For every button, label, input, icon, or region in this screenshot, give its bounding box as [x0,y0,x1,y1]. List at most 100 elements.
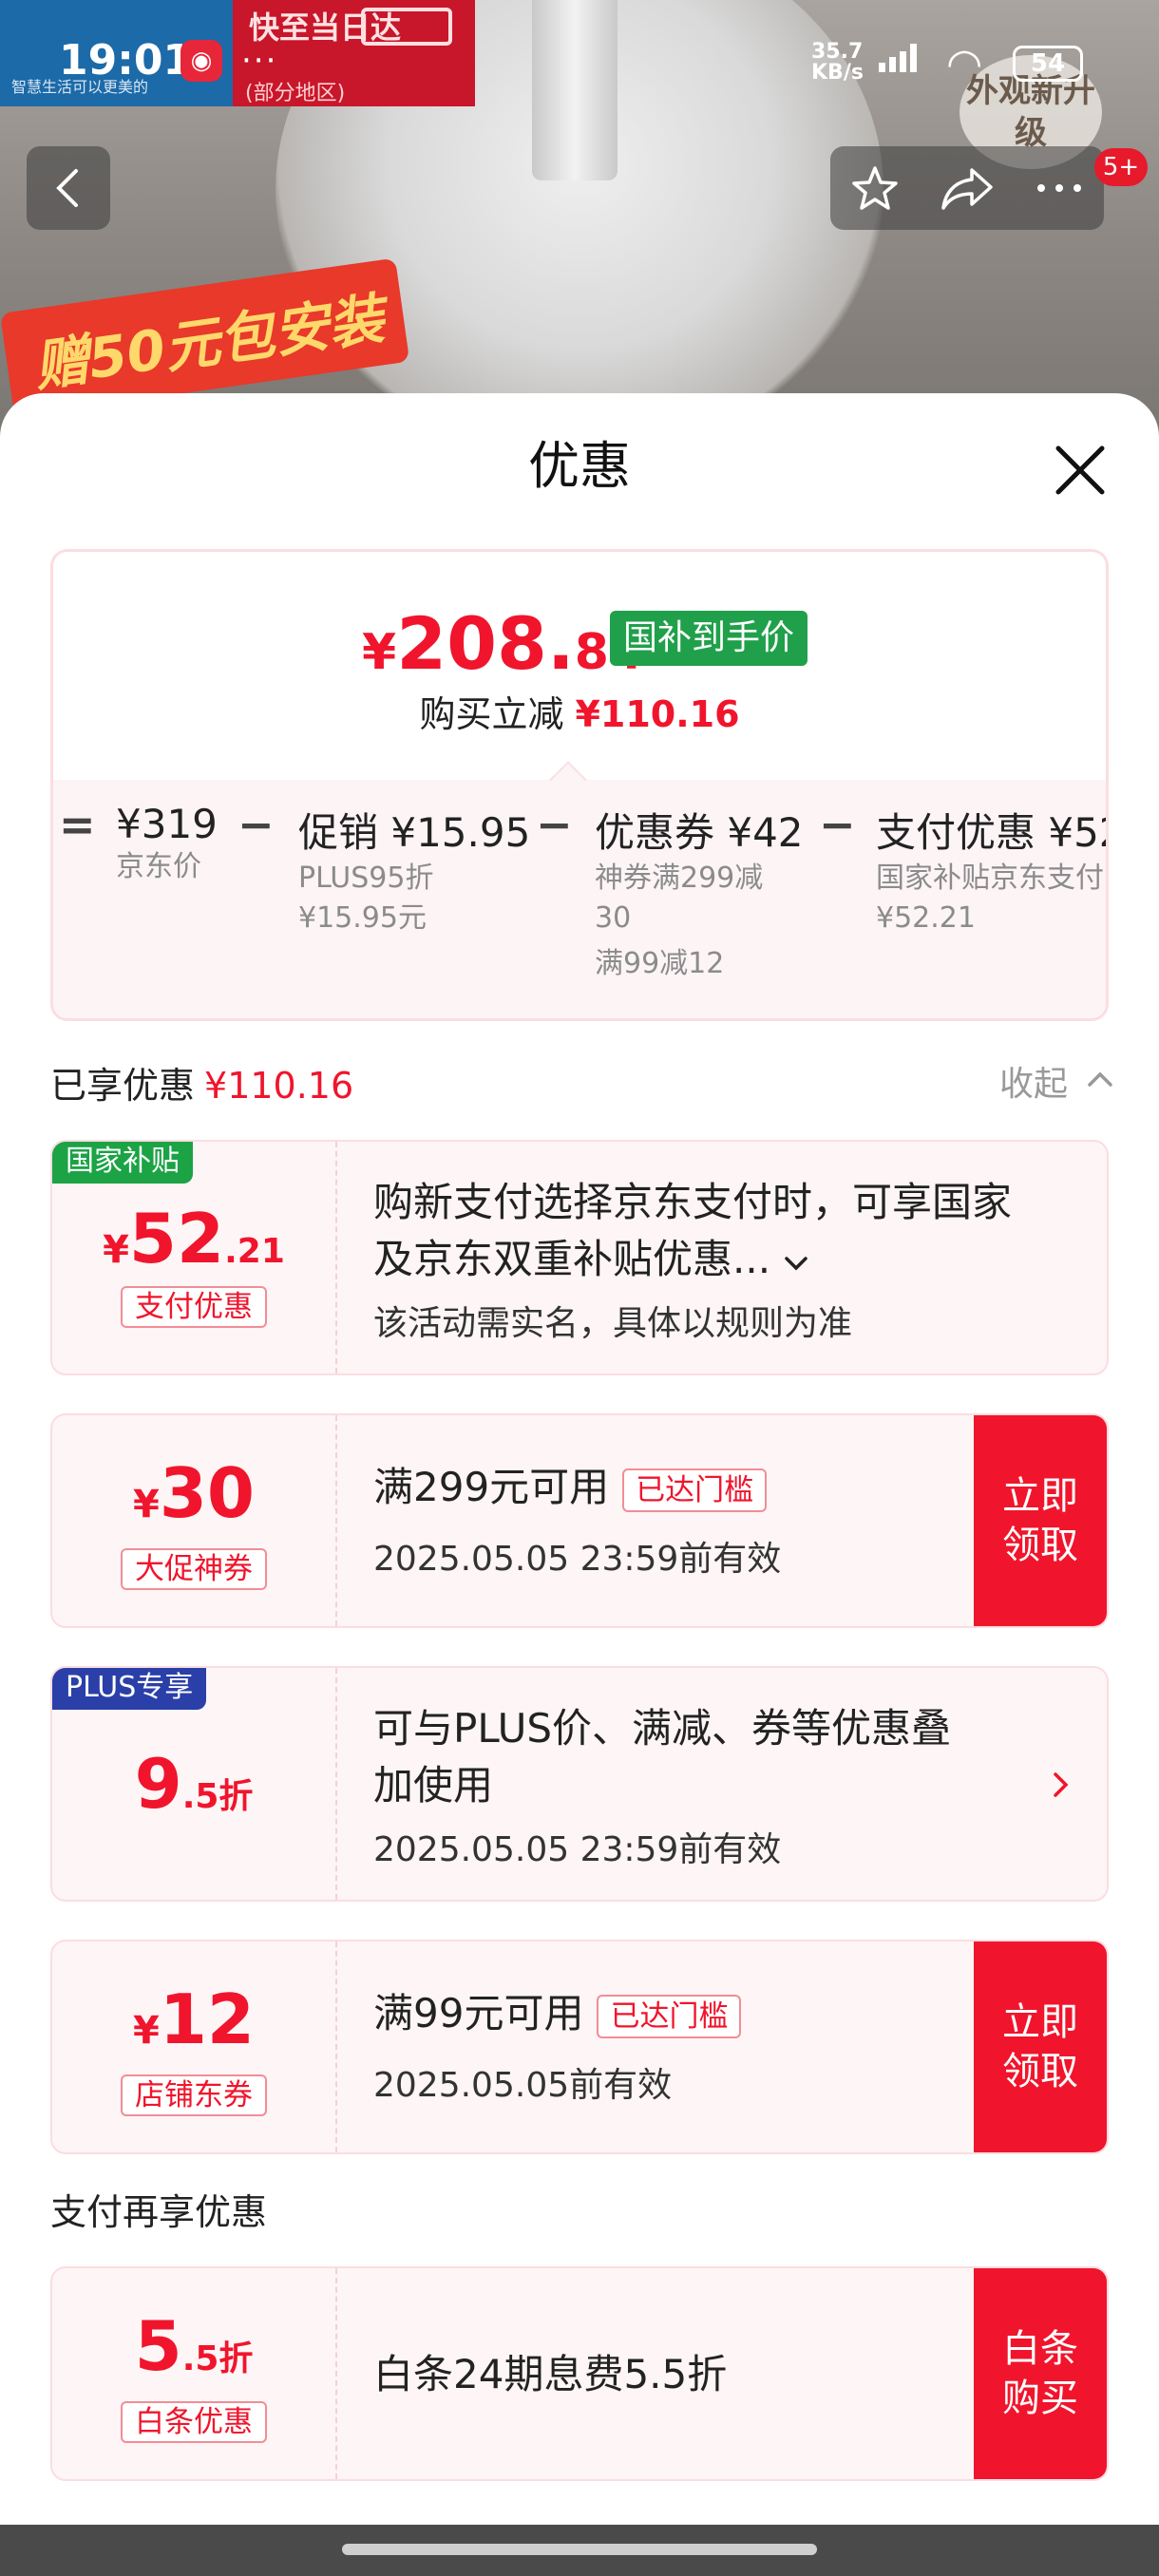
baitiao-buy-label: 白条购买 [1002,2327,1078,2420]
enjoyed-label: 已享优惠 [50,1065,196,1107]
wifi-icon: ◠ [946,40,983,88]
breakdown-op-equals: = [59,799,96,850]
amount-decimal: .5折 [181,1777,254,1816]
breakdown-item-coupon: 优惠券 ¥42 神券满299减 30 满99减12 [595,801,804,984]
baitiao-card: 5.5折 白条优惠 白条24期息费5.5折 白条购买 [50,2266,1109,2481]
status-bar: 19:01 ◉ ··· 35.7 KB/s ◠ 54 [0,0,1159,123]
network-speed: 35.7 KB/s [811,42,864,84]
card-divider [335,1142,337,1373]
amount-currency: ¥ [132,1483,160,1526]
subsidy-card[interactable]: 国家补贴 ¥52.21 支付优惠 购新支付选择京东支付时，可享国家 及京东双重补… [50,1140,1109,1375]
baitiao-buy-button[interactable]: 白条购买 [974,2268,1107,2479]
buy-reduce-label: 购买立减 [419,693,564,735]
final-price-currency: ¥ [362,624,397,681]
claim-coupon-button[interactable]: 立即领取 [974,1941,1107,2152]
plus-desc-line1: 可与PLUS价、满减、券等优惠叠 [373,1705,952,1752]
top-action-group [830,146,1104,230]
claim-button-label: 立即领取 [1002,1474,1078,1567]
summary-top: ¥208.84 国补到手价 购买立减 ¥110.16 [53,552,1106,780]
breakdown-item-promotion: 促销 ¥15.95 PLUS95折 ¥15.95元 [298,801,530,938]
breakdown-op-minus: − [536,799,573,850]
price-breakdown[interactable]: = ¥319 京东价 − 促销 ¥15.95 PLUS95折 ¥15.95元 −… [53,780,1109,1018]
claim-coupon-button[interactable]: 立即领取 [974,1415,1107,1626]
amount-currency: ¥ [132,2009,160,2053]
amount-integer: 12 [159,1979,256,2059]
amount-integer: 30 [159,1453,256,1533]
breakdown-sub: 京东价 [116,850,201,883]
baitiao-pill: 白条优惠 [121,2401,267,2443]
breakdown-sub: PLUS95折 [298,862,434,895]
subsidy-tag: 国家补贴 [52,1142,193,1184]
network-speed-value: 35.7 [811,40,864,64]
card-divider [335,1941,337,2152]
buy-reduce-value: ¥110.16 [575,693,740,735]
breakdown-sub: 神券满299减 [595,862,764,895]
coupon-condition-text: 满99元可用 [373,1990,584,2036]
coupon-condition: 满99元可用 已达门槛 [373,1985,742,2042]
amount-integer: 52 [128,1199,225,1279]
card-divider [335,1668,337,1900]
subsidy-amount: ¥52.21 [52,1199,335,1279]
baitiao-discount-amount: 5.5折 [52,2306,335,2386]
amount-decimal: .5折 [181,2339,254,2378]
chevron-left-icon [56,169,78,207]
breakdown-main: 支付优惠 ¥52 [876,809,1109,856]
breakdown-sub: 30 [595,901,632,935]
breakdown-sub: 国家补贴京东支付 [876,862,1104,895]
breakdown-sub: ¥15.95元 [298,901,427,935]
battery-icon: 54 [1013,46,1083,82]
status-time: 19:01 [59,36,193,85]
coupon-condition: 满299元可用 已达门槛 [373,1459,768,1516]
breakdown-item-jd-price: ¥319 京东价 [116,801,218,887]
app-notification-icon: ◉ [180,40,222,82]
coupon-validity: 2025.05.05 23:59前有效 [373,1540,782,1579]
coupon-type-pill: 大促神券 [121,1548,267,1590]
sheet-title: 优惠 [528,436,631,496]
cart-count-badge: 5+ [1094,148,1148,186]
threshold-reached-badge: 已达门槛 [622,1468,768,1512]
card-divider [335,2268,337,2479]
plus-discount-amount: 9.5折 [52,1744,335,1824]
breakdown-main: 促销 ¥15.95 [298,809,531,856]
home-indicator[interactable] [342,2544,817,2555]
breakdown-main: ¥319 [116,801,218,847]
breakdown-op-minus: − [819,799,856,850]
close-icon[interactable] [1047,437,1113,503]
enjoyed-value: ¥110.16 [204,1065,354,1107]
claim-button-label: 立即领取 [1002,2000,1078,2093]
share-icon[interactable] [940,162,995,214]
breakdown-sub: 满99减12 [595,947,725,980]
chevron-right-icon[interactable] [1052,1771,1071,1799]
plus-desc-line2: 加使用 [373,1762,494,1809]
collapse-button[interactable]: 收起 [999,1056,1068,1106]
subsidy-price-tag: 国补到手价 [610,611,808,666]
coupon-validity: 2025.05.05前有效 [373,2066,673,2105]
more-notifications-icon: ··· [241,42,278,80]
plus-tag: PLUS专享 [52,1668,207,1710]
coupon-amount: ¥12 [52,1979,335,2059]
breakdown-op-minus: − [238,799,275,850]
back-button[interactable] [27,146,110,230]
final-price: ¥208.84 [362,601,643,686]
subsidy-desc-text: 及京东双重补贴优惠... [373,1236,771,1282]
install-promo-text: 赠50元包安装 [29,286,389,400]
amount-currency: ¥ [103,1228,129,1272]
plus-discount-card[interactable]: PLUS专享 9.5折 可与PLUS价、满减、券等优惠叠 加使用 2025.05… [50,1666,1109,1902]
breakdown-item-payment: 支付优惠 ¥52 国家补贴京东支付 ¥52.21 [876,801,1109,938]
price-summary-box: ¥208.84 国补到手价 购买立减 ¥110.16 = ¥319 京东价 − 促… [50,549,1109,1021]
network-speed-unit: KB/s [811,61,864,85]
coupon-type-pill: 店铺东券 [121,2074,267,2116]
coupon-amount: ¥30 [52,1453,335,1533]
amount-integer: 5 [134,2306,182,2386]
enjoyed-discount-header: 已享优惠 ¥110.16 [50,1056,353,1108]
pay-discount-pill: 支付优惠 [121,1286,267,1328]
star-icon[interactable] [849,162,901,214]
coupon-condition-text: 满299元可用 [373,1464,610,1510]
pay-extra-discount-title: 支付再享优惠 [50,2191,268,2233]
card-divider [335,1415,337,1626]
chevron-up-icon[interactable] [1087,1070,1113,1089]
coupon-card-12: ¥12 店铺东券 满99元可用 已达门槛 2025.05.05前有效 立即领取 [50,1940,1109,2154]
more-icon[interactable] [1034,179,1085,198]
subsidy-desc-line2[interactable]: 及京东双重补贴优惠... [373,1231,809,1288]
subsidy-desc-line3: 该活动需实名，具体以规则为准 [373,1304,853,1343]
